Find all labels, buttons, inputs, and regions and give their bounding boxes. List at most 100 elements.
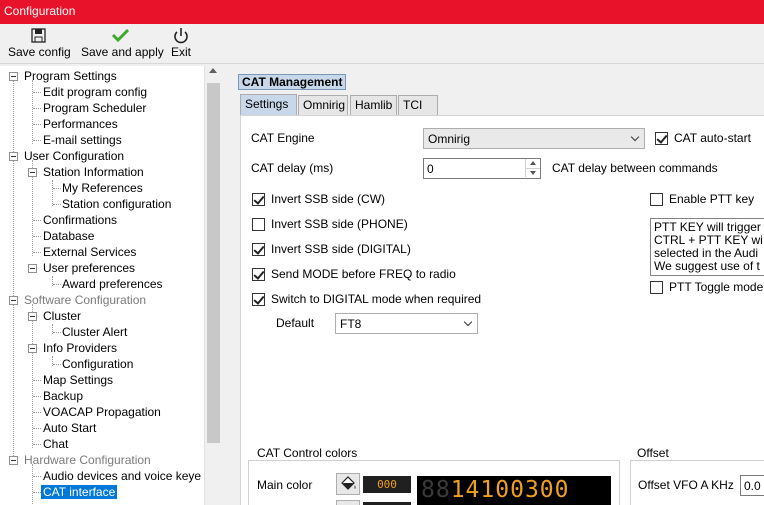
tree-item-award-preferences[interactable]: Award preferences xyxy=(62,276,163,292)
save-config-label: Save config xyxy=(8,45,71,59)
tree-item-label: External Services xyxy=(43,245,137,259)
tree-scrollbar[interactable] xyxy=(204,66,221,505)
tree-item-label: CAT interface xyxy=(41,485,118,499)
tab-hamlib[interactable]: Hamlib xyxy=(350,95,397,115)
send-mode-before-freq-checkbox[interactable] xyxy=(252,268,265,281)
tree-item-audio-devices[interactable]: Audio devices and voice keye xyxy=(43,468,201,484)
collapse-toggle[interactable] xyxy=(28,344,37,353)
tree-item-backup[interactable]: Backup xyxy=(43,388,83,404)
tree-item-user-configuration[interactable]: User Configuration xyxy=(24,148,124,164)
tree-item-map-settings[interactable]: Map Settings xyxy=(43,372,113,388)
scroll-up-arrow-icon[interactable] xyxy=(209,68,217,73)
cat-autostart-checkbox[interactable] xyxy=(655,132,668,145)
main-color-code: 000 xyxy=(363,476,411,493)
tab-omnirig[interactable]: Omnirig xyxy=(298,95,348,115)
tree-item-hardware-configuration[interactable]: Hardware Configuration xyxy=(24,452,151,468)
collapse-toggle[interactable] xyxy=(28,312,37,321)
cat-delay-description: CAT delay between commands xyxy=(552,161,718,175)
tree-item-cluster[interactable]: Cluster xyxy=(43,308,81,324)
tree-item-external-services[interactable]: External Services xyxy=(43,244,136,260)
tree-item-configuration[interactable]: Configuration xyxy=(62,356,133,372)
paint-bucket-icon xyxy=(341,476,356,490)
power-icon xyxy=(174,28,188,44)
tree-item-chat[interactable]: Chat xyxy=(43,436,68,452)
frequency-display: 8814100300 xyxy=(417,476,611,505)
cat-delay-label: CAT delay (ms) xyxy=(251,161,334,175)
spin-down-icon[interactable] xyxy=(525,168,540,177)
tree-item-program-settings[interactable]: Program Settings xyxy=(24,68,117,84)
cat-engine-select[interactable]: Omnirig xyxy=(423,128,645,149)
tree-item-info-providers[interactable]: Info Providers xyxy=(43,340,117,356)
collapse-toggle[interactable] xyxy=(28,264,37,273)
tree-item-station-information[interactable]: Station Information xyxy=(43,164,144,180)
default-mode-select[interactable]: FT8 xyxy=(335,313,478,334)
invert-ssb-phone-checkbox[interactable] xyxy=(252,218,265,231)
tree-item-label: Hardware Configuration xyxy=(24,453,151,467)
cat-control-colors-title: CAT Control colors xyxy=(254,446,361,460)
collapse-toggle[interactable] xyxy=(9,456,18,465)
frequency-digits: 14100300 xyxy=(450,477,570,503)
tree-item-label: Audio devices and voice keye xyxy=(43,469,202,483)
tree-item-label: Auto Start xyxy=(43,421,97,435)
offset-vfo-a-label: Offset VFO A KHz xyxy=(638,478,734,492)
chevron-down-icon xyxy=(630,132,640,142)
tree-item-label: Award preferences xyxy=(62,277,163,291)
collapse-toggle[interactable] xyxy=(9,72,18,81)
spin-up-icon[interactable] xyxy=(525,159,540,168)
ptt-toggle-checkbox[interactable] xyxy=(650,281,663,294)
checkmark-icon xyxy=(111,28,130,43)
send-mode-before-freq-label: Send MODE before FREQ to radio xyxy=(271,267,456,281)
tree-item-label: Cluster xyxy=(43,309,82,323)
tree-item-software-configuration[interactable]: Software Configuration xyxy=(24,292,146,308)
invert-ssb-cw-checkbox[interactable] xyxy=(252,193,265,206)
offset-vfo-a-value: 0.0 xyxy=(744,479,761,493)
exit-label: Exit xyxy=(170,45,191,59)
cat-delay-spinner[interactable]: 0 xyxy=(423,158,541,179)
invert-ssb-digital-checkbox[interactable] xyxy=(252,243,265,256)
tree-item-email-settings[interactable]: E-mail settings xyxy=(43,132,122,148)
collapse-toggle[interactable] xyxy=(9,152,18,161)
tree-item-cluster-alert[interactable]: Cluster Alert xyxy=(62,324,127,340)
tree-item-voacap-propagation[interactable]: VOACAP Propagation xyxy=(43,404,161,420)
cat-engine-value: Omnirig xyxy=(428,132,471,146)
cat-engine-label: CAT Engine xyxy=(251,131,315,145)
secondary-color-button[interactable] xyxy=(336,500,360,505)
floppy-disk-icon xyxy=(31,28,46,43)
main-color-button[interactable] xyxy=(336,473,360,495)
tree-item-label: Cluster Alert xyxy=(62,325,128,339)
tree-item-label: Program Settings xyxy=(24,69,117,83)
save-and-apply-label: Save and apply xyxy=(81,45,164,59)
exit-button[interactable]: Exit xyxy=(170,27,192,59)
main-color-label: Main color xyxy=(257,478,313,492)
scrollbar-thumb[interactable] xyxy=(207,83,220,443)
tree-item-label: User Configuration xyxy=(24,149,125,163)
tree-item-my-references[interactable]: My References xyxy=(62,180,143,196)
tab-settings[interactable]: Settings xyxy=(240,94,297,116)
tree-item-label: Edit program config xyxy=(43,85,148,99)
settings-tree: Program Settings Edit program config Pro… xyxy=(0,66,221,505)
tree-item-label: Station Information xyxy=(43,165,144,179)
tree-item-edit-program-config[interactable]: Edit program config xyxy=(43,84,147,100)
offset-vfo-a-input[interactable]: 0.0 xyxy=(740,475,764,496)
enable-ptt-checkbox[interactable] xyxy=(650,193,663,206)
switch-to-digital-checkbox[interactable] xyxy=(252,293,265,306)
save-config-button[interactable]: Save config xyxy=(8,27,71,59)
tree-item-user-preferences[interactable]: User preferences xyxy=(43,260,135,276)
collapse-toggle[interactable] xyxy=(28,168,37,177)
ptt-info-text: PTT KEY will trigger CTRL + PTT KEY wi s… xyxy=(650,218,764,276)
tree-item-label: E-mail settings xyxy=(43,133,122,147)
tree-item-auto-start[interactable]: Auto Start xyxy=(43,420,96,436)
cat-management-header: CAT Management xyxy=(238,74,347,90)
collapse-toggle[interactable] xyxy=(9,296,18,305)
invert-ssb-cw-label: Invert SSB side (CW) xyxy=(271,192,386,206)
tab-tci[interactable]: TCI xyxy=(398,95,438,115)
tree-item-performances[interactable]: Performances xyxy=(43,116,118,132)
tree-item-label: Configuration xyxy=(62,357,134,371)
tree-item-confirmations[interactable]: Confirmations xyxy=(43,212,117,228)
save-and-apply-button[interactable]: Save and apply xyxy=(81,27,164,59)
cat-delay-value: 0 xyxy=(427,162,434,176)
tree-item-program-scheduler[interactable]: Program Scheduler xyxy=(43,100,146,116)
tree-item-cat-interface[interactable]: CAT interface xyxy=(41,484,118,500)
tree-item-station-configuration[interactable]: Station configuration xyxy=(62,196,171,212)
tree-item-database[interactable]: Database xyxy=(43,228,94,244)
